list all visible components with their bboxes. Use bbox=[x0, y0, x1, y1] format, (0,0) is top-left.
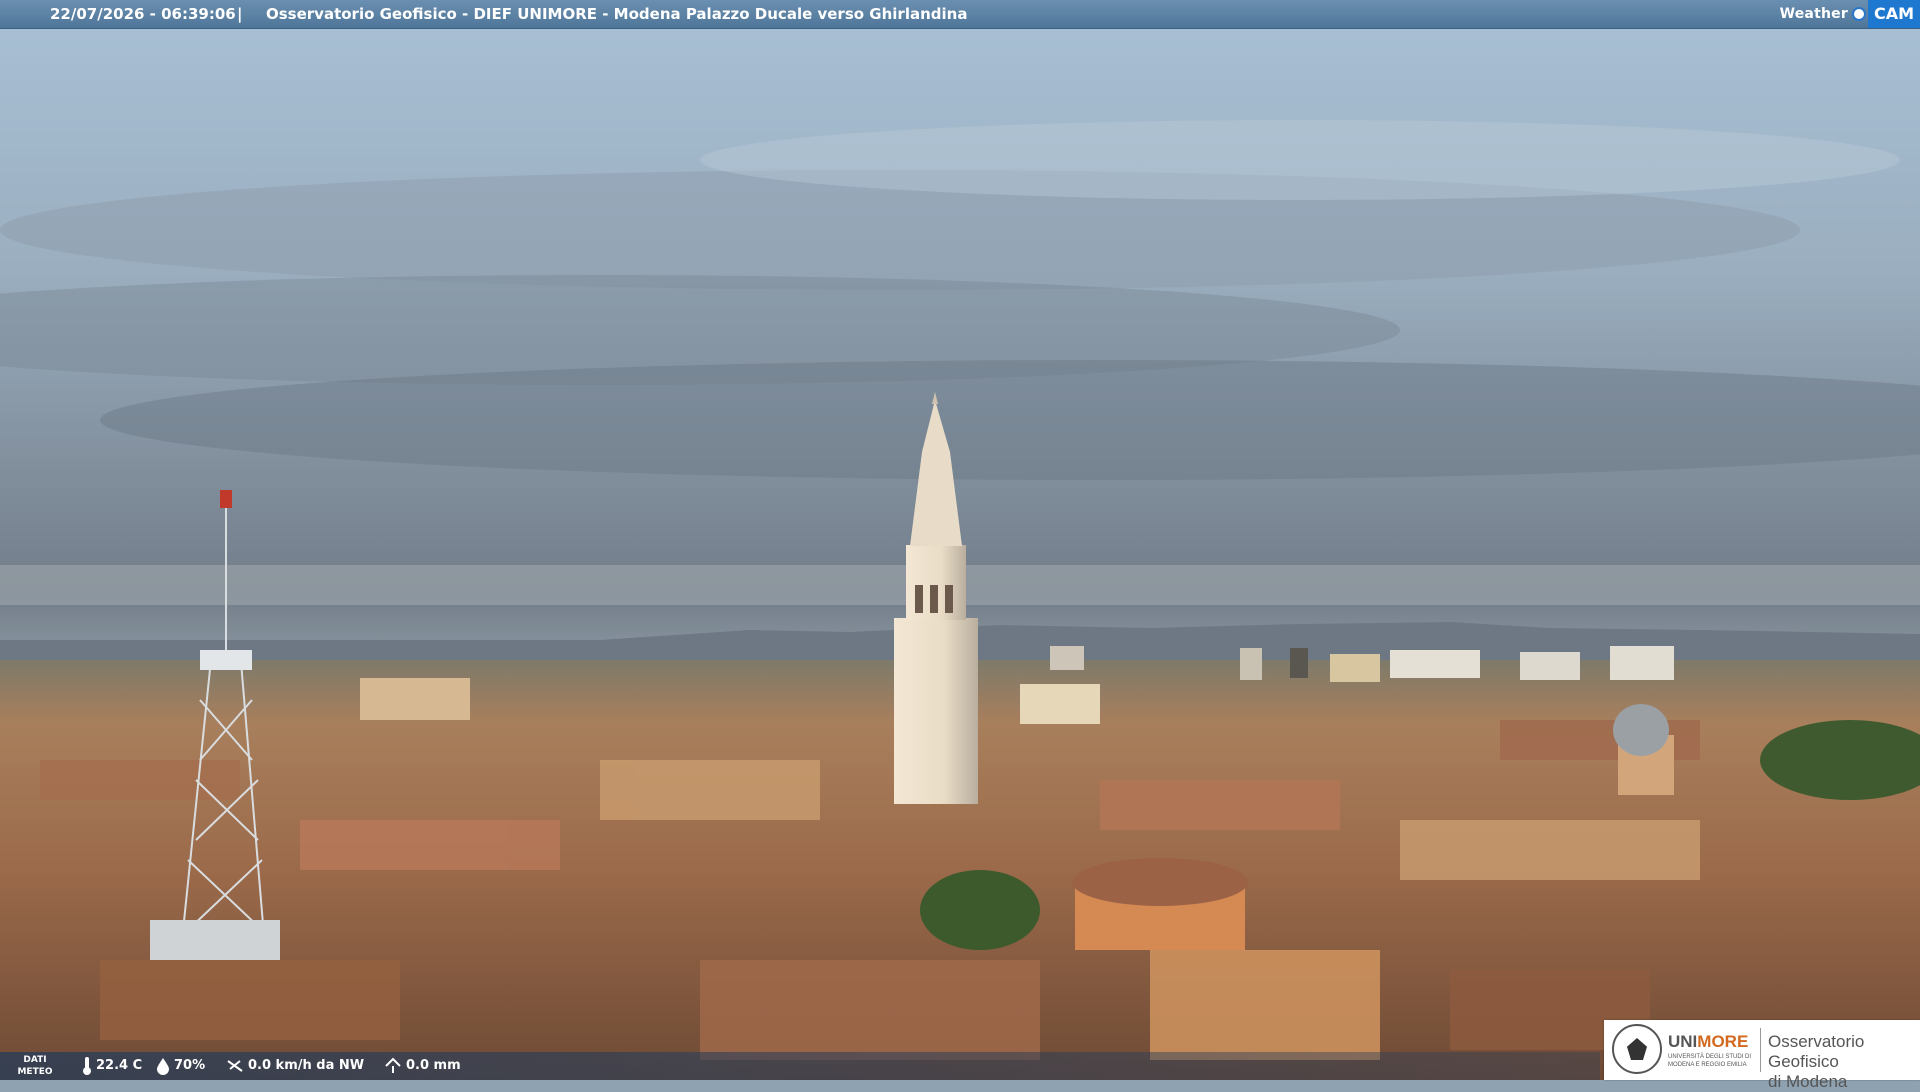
weathercam-logo: Weather CAM bbox=[1780, 0, 1920, 28]
temperature-reading: 22.4 C bbox=[82, 1052, 142, 1080]
unimore-more: MORE bbox=[1697, 1032, 1749, 1051]
dati-meteo-label: DATI METEO bbox=[12, 1054, 58, 1078]
humidity-reading: 70% bbox=[156, 1052, 205, 1080]
temperature-value: 22.4 C bbox=[96, 1058, 143, 1073]
wind-icon bbox=[227, 1060, 243, 1072]
dati-label: DATI bbox=[23, 1055, 47, 1065]
humidity-drop-icon bbox=[157, 1058, 169, 1075]
weather-data-bar: DATI METEO 22.4 C 70% 0.0 km/h da NW 0.0… bbox=[0, 1052, 1600, 1080]
webcam-image bbox=[0, 0, 1920, 1080]
weathercam-logo-cam: CAM bbox=[1867, 0, 1920, 28]
logo-divider bbox=[1760, 1028, 1761, 1072]
rain-reading: 0.0 mm bbox=[384, 1052, 461, 1080]
rain-gauge-icon bbox=[385, 1057, 401, 1073]
observatory-line2: di Modena bbox=[1768, 1072, 1848, 1091]
thermometer-icon bbox=[83, 1057, 91, 1075]
humidity-value: 70% bbox=[174, 1058, 206, 1073]
lens-icon bbox=[1851, 7, 1866, 21]
top-info-bar: 22/07/2026 - 06:39:06 | Osservatorio Geo… bbox=[0, 0, 1920, 29]
unimore-wordmark: UNIMORE bbox=[1668, 1032, 1748, 1052]
university-seal-icon bbox=[1612, 1024, 1662, 1074]
unimore-uni: UNI bbox=[1668, 1032, 1698, 1051]
weathercam-logo-weather: Weather bbox=[1779, 6, 1848, 22]
wind-reading: 0.0 km/h da NW bbox=[226, 1052, 364, 1080]
timestamp: 22/07/2026 - 06:39:06 bbox=[50, 5, 236, 23]
observatory-line1: Osservatorio Geofisico bbox=[1768, 1032, 1865, 1071]
header-separator: | bbox=[237, 5, 243, 23]
observatory-name: Osservatorio Geofisico di Modena bbox=[1768, 1032, 1920, 1092]
rain-value: 0.0 mm bbox=[406, 1058, 461, 1073]
camera-title: Osservatorio Geofisico - DIEF UNIMORE - … bbox=[266, 5, 968, 23]
unimore-observatory-logo: UNIMORE UNIVERSITÀ DEGLI STUDI DI MODENA… bbox=[1604, 1020, 1920, 1091]
meteo-label: METEO bbox=[17, 1067, 53, 1077]
university-full-name: UNIVERSITÀ DEGLI STUDI DI MODENA E REGGI… bbox=[1668, 1054, 1752, 1068]
wind-value: 0.0 km/h da NW bbox=[248, 1058, 365, 1073]
